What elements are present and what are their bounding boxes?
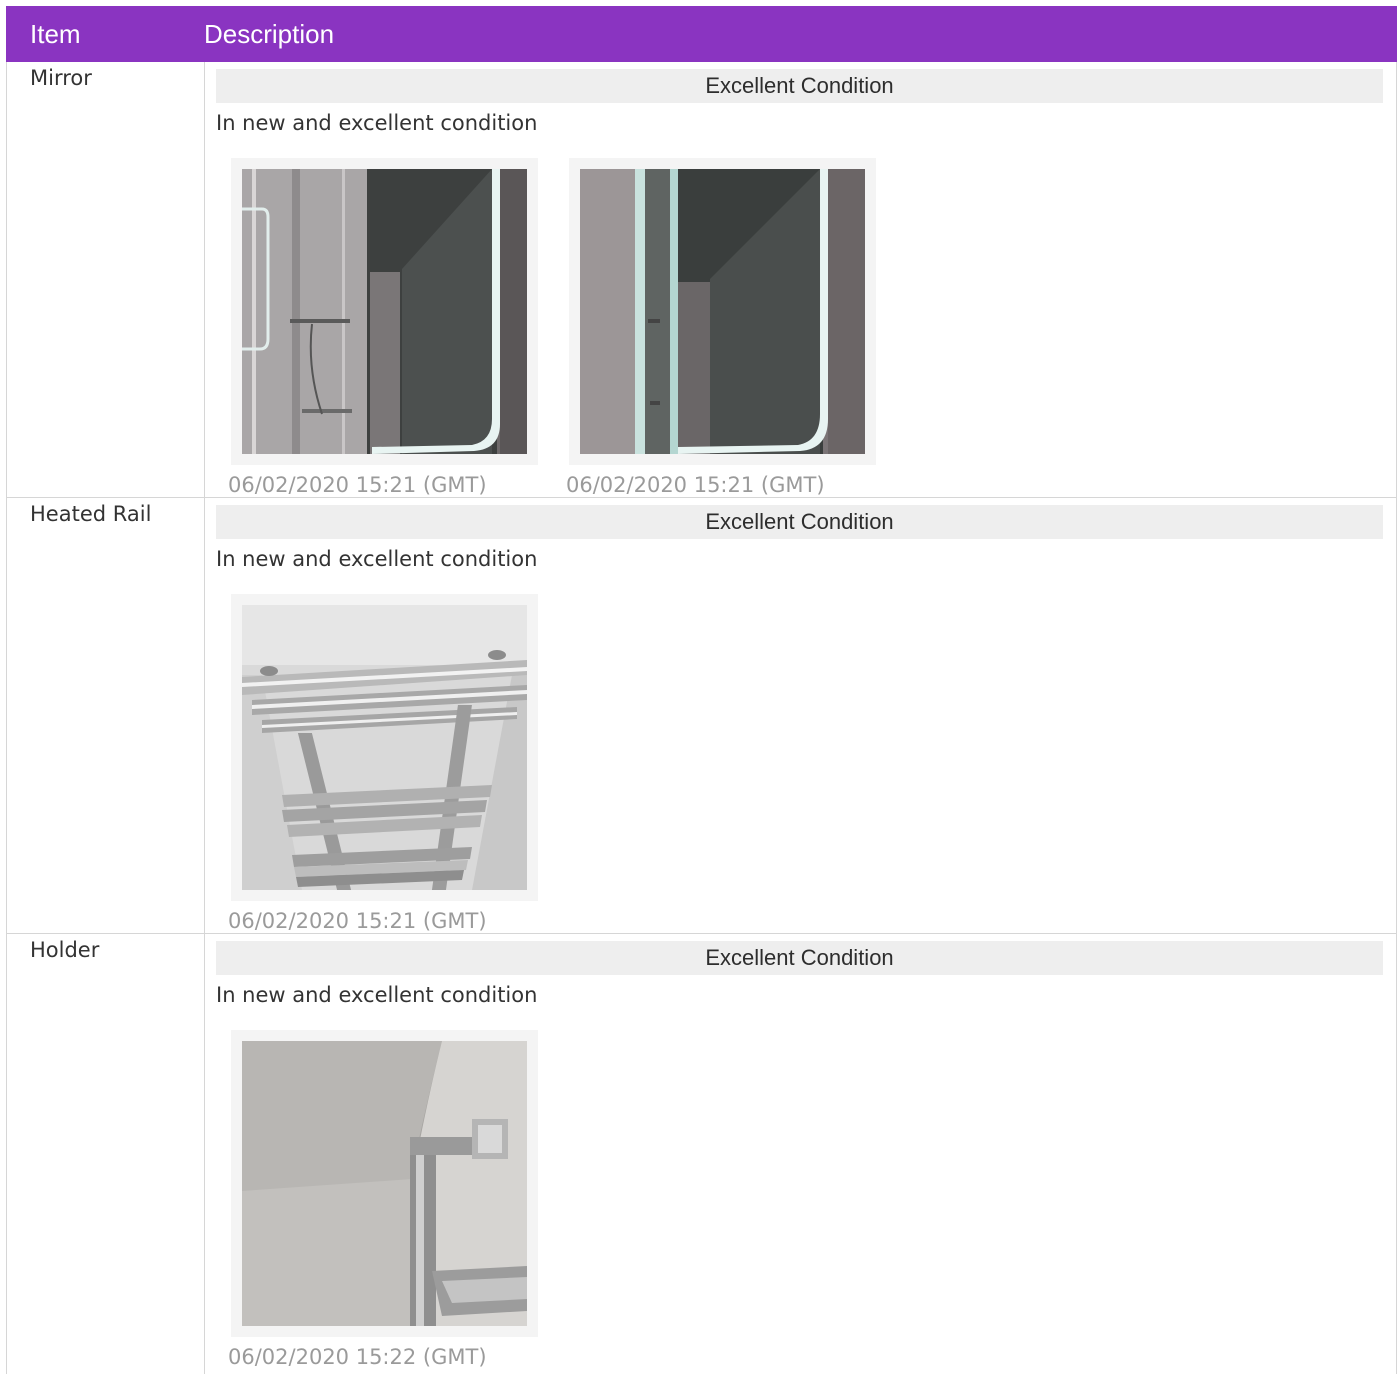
photo-thumbnail[interactable] <box>231 594 538 901</box>
row-item-name: Heated Rail <box>7 498 205 933</box>
condition-label: Excellent Condition <box>216 69 1383 103</box>
photo-card[interactable]: 06/02/2020 15:21 (GMT) <box>566 158 876 498</box>
condition-label: Excellent Condition <box>216 505 1383 539</box>
description-text: In new and excellent condition <box>216 983 538 1007</box>
photo-gallery: 06/02/2020 15:22 (GMT) <box>228 1030 1383 1370</box>
condition-label: Excellent Condition <box>216 941 1383 975</box>
row-description: Excellent Condition In new and excellent… <box>205 62 1396 497</box>
description-text: In new and excellent condition <box>216 111 538 135</box>
photo-timestamp: 06/02/2020 15:21 (GMT) <box>566 473 825 497</box>
row-item-name: Mirror <box>7 62 205 497</box>
photo-card[interactable]: 06/02/2020 15:21 (GMT) <box>228 594 538 934</box>
table-header: Item Description <box>6 6 1397 62</box>
header-description: Description <box>204 18 335 49</box>
row-description: Excellent Condition In new and excellent… <box>205 934 1396 1374</box>
photo-timestamp: 06/02/2020 15:21 (GMT) <box>228 473 487 497</box>
table-row: Mirror Excellent Condition In new and ex… <box>6 62 1397 498</box>
photo-thumbnail[interactable] <box>231 158 538 465</box>
row-description: Excellent Condition In new and excellent… <box>205 498 1396 933</box>
photo-thumbnail[interactable] <box>231 1030 538 1337</box>
photo-timestamp: 06/02/2020 15:22 (GMT) <box>228 1345 487 1369</box>
photo-card[interactable]: 06/02/2020 15:22 (GMT) <box>228 1030 538 1370</box>
row-item-name: Holder <box>7 934 205 1374</box>
inventory-table: Item Description Mirror Excellent Condit… <box>6 6 1397 1374</box>
table-row: Holder Excellent Condition In new and ex… <box>6 934 1397 1374</box>
photo-gallery: 06/02/2020 15:21 (GMT) <box>228 158 1383 498</box>
mirror-photo-image <box>580 169 865 454</box>
table-row: Heated Rail Excellent Condition In new a… <box>6 498 1397 934</box>
photo-gallery: 06/02/2020 15:21 (GMT) <box>228 594 1383 934</box>
description-text: In new and excellent condition <box>216 547 538 571</box>
holder-photo-image <box>242 1041 527 1326</box>
header-item: Item <box>30 18 81 49</box>
photo-card[interactable]: 06/02/2020 15:21 (GMT) <box>228 158 538 498</box>
heated-rail-photo-image <box>242 605 527 890</box>
photo-timestamp: 06/02/2020 15:21 (GMT) <box>228 909 487 933</box>
mirror-photo-image <box>242 169 527 454</box>
photo-thumbnail[interactable] <box>569 158 876 465</box>
